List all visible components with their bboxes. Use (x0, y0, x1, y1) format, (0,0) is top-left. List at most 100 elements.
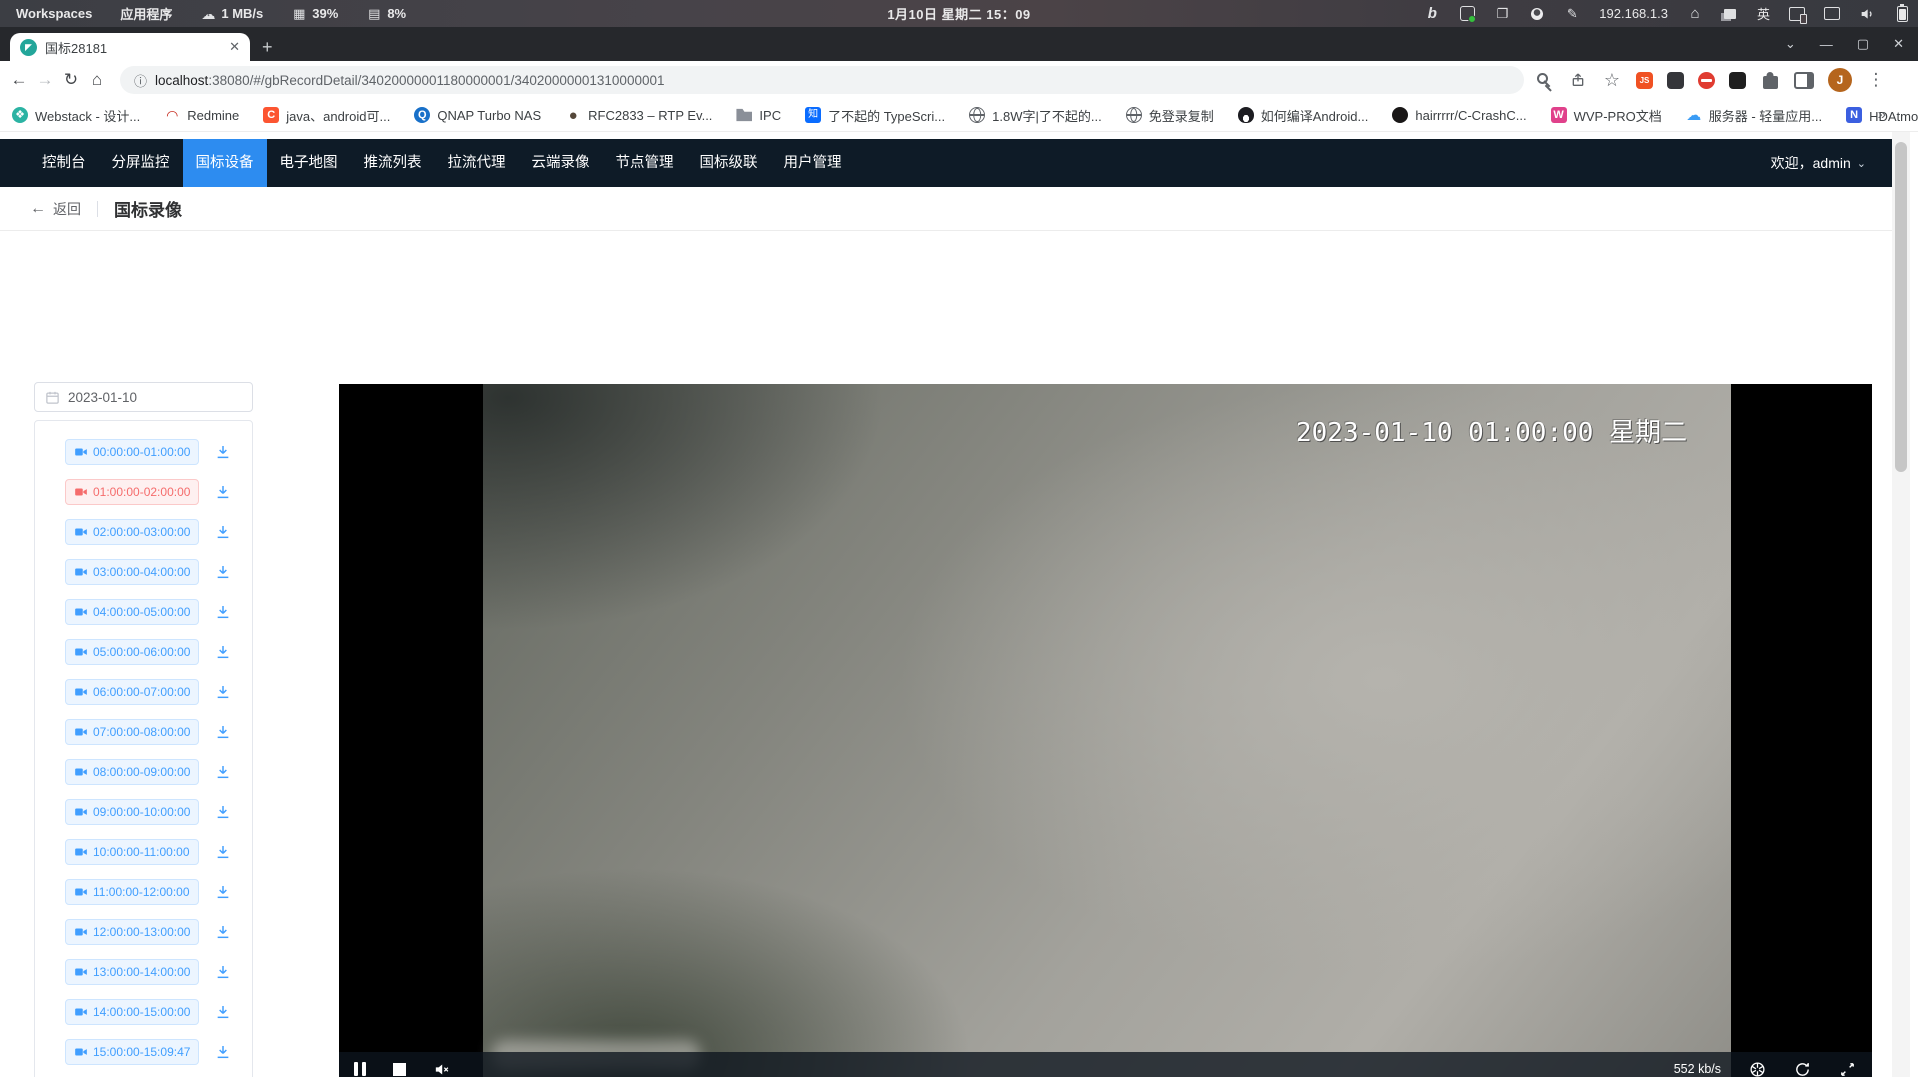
download-recording-button[interactable] (214, 763, 232, 781)
extension-js-icon[interactable]: JS (1636, 72, 1653, 89)
recording-range-button[interactable]: 03:00:00-04:00:00 (65, 559, 199, 585)
back-icon[interactable]: ← (6, 70, 32, 90)
site-info-icon[interactable]: ⓘ (134, 71, 147, 90)
bookmarks-overflow-chevron[interactable]: » (1878, 106, 1904, 123)
download-recording-button[interactable] (214, 883, 232, 901)
bookmark-item[interactable]: W WVP-PRO文档 (1551, 106, 1662, 125)
recording-range-button[interactable]: 13:00:00-14:00:00 (65, 959, 199, 985)
bookmark-item[interactable]: 1.8W字|了不起的... (969, 106, 1102, 125)
nav-tab[interactable]: 国标级联 (687, 139, 771, 187)
window-menu-icon[interactable]: ⌄ (1785, 36, 1796, 52)
nav-tab[interactable]: 拉流代理 (435, 139, 519, 187)
bookmark-item[interactable]: ❖ Webstack - 设计... (12, 106, 140, 125)
download-recording-button[interactable] (214, 643, 232, 661)
download-recording-button[interactable] (214, 483, 232, 501)
player-pause-icon[interactable] (354, 1062, 366, 1076)
bookmark-item[interactable]: 如何编译Android... (1238, 106, 1369, 125)
extension-blocker-icon[interactable] (1698, 72, 1715, 89)
nav-tab[interactable]: 国标设备 (183, 139, 267, 187)
url-bar[interactable]: ⓘ localhost:38080/#/gbRecordDetail/34020… (120, 66, 1524, 94)
share-icon[interactable] (1568, 70, 1588, 90)
window-close-icon[interactable]: ✕ (1893, 36, 1904, 52)
extensions-puzzle-icon[interactable] (1763, 76, 1778, 89)
recording-range-button[interactable]: 08:00:00-09:00:00 (65, 759, 199, 785)
download-recording-button[interactable] (214, 963, 232, 981)
bookmark-star-icon[interactable]: ☆ (1602, 70, 1622, 90)
recording-range-button[interactable]: 09:00:00-10:00:00 (65, 799, 199, 825)
download-recording-button[interactable] (214, 843, 232, 861)
bing-tray-icon[interactable]: b (1424, 6, 1440, 22)
home-tray-icon[interactable]: ⌂ (1687, 6, 1703, 22)
bookmark-item[interactable]: ☁ 服务器 - 轻量应用... (1686, 106, 1822, 125)
download-recording-button[interactable] (214, 603, 232, 621)
back-link[interactable]: ← 返回 (30, 199, 81, 219)
system-clock[interactable]: 1月10日 星期二 15：09 (887, 4, 1030, 23)
user-menu[interactable]: 欢迎，admin ⌄ (1771, 139, 1892, 187)
clipboard-tray-icon[interactable]: ❐ (1494, 6, 1510, 22)
page-scrollbar[interactable] (1892, 132, 1910, 1077)
recording-range-button[interactable]: 02:00:00-03:00:00 (65, 519, 199, 545)
applications-menu-button[interactable]: 应用程序 (120, 4, 172, 23)
date-picker-input[interactable]: 2023-01-10 (34, 382, 253, 412)
extension-dark-icon[interactable] (1667, 72, 1684, 89)
bookmark-item[interactable]: IPC (736, 107, 781, 123)
bookmark-item[interactable]: 知 了不起的 TypeScri... (805, 106, 945, 125)
recording-range-button[interactable]: 12:00:00-13:00:00 (65, 919, 199, 945)
recording-range-button[interactable]: 07:00:00-08:00:00 (65, 719, 199, 745)
player-mute-icon[interactable] (433, 1061, 450, 1077)
recording-range-button[interactable]: 11:00:00-12:00:00 (65, 879, 199, 905)
download-recording-button[interactable] (214, 683, 232, 701)
download-recording-button[interactable] (214, 443, 232, 461)
display-tray-icon[interactable] (1824, 7, 1840, 20)
recording-range-button[interactable]: 15:00:00-15:09:47 (65, 1039, 199, 1065)
snapshot-aperture-icon[interactable] (1749, 1061, 1766, 1077)
new-tab-button[interactable]: + (262, 36, 273, 58)
nav-tab[interactable]: 用户管理 (771, 139, 855, 187)
nav-tab[interactable]: 分屏监控 (99, 139, 183, 187)
download-recording-button[interactable] (214, 1003, 232, 1021)
player-stop-icon[interactable] (393, 1063, 406, 1076)
nav-tab[interactable]: 电子地图 (267, 139, 351, 187)
reload-icon[interactable]: ↻ (58, 70, 84, 90)
browser-menu-icon[interactable]: ⋮ (1866, 70, 1886, 90)
recording-range-button[interactable]: 14:00:00-15:00:00 (65, 999, 199, 1025)
bookmark-item[interactable]: Q QNAP Turbo NAS (414, 107, 541, 123)
ip-address-indicator[interactable]: 192.168.1.3 (1599, 6, 1668, 21)
volume-tray-icon[interactable] (1859, 6, 1875, 22)
window-minimize-icon[interactable]: — (1820, 37, 1833, 52)
bookmark-item[interactable]: C java、android可... (263, 106, 390, 125)
download-recording-button[interactable] (214, 723, 232, 741)
recording-range-button[interactable]: 04:00:00-05:00:00 (65, 599, 199, 625)
fullscreen-icon[interactable] (1839, 1061, 1856, 1077)
bookmark-item[interactable]: ● RFC2833 – RTP Ev... (565, 107, 712, 123)
browser-tab[interactable]: ◤ 国标28181 ✕ (10, 33, 250, 61)
nav-tab[interactable]: 推流列表 (351, 139, 435, 187)
recording-range-button[interactable]: 05:00:00-06:00:00 (65, 639, 199, 665)
recording-range-button[interactable]: 06:00:00-07:00:00 (65, 679, 199, 705)
window-maximize-icon[interactable]: ▢ (1857, 36, 1869, 52)
home-icon[interactable]: ⌂ (84, 70, 110, 90)
nav-tab[interactable]: 控制台 (29, 139, 99, 187)
side-panel-icon[interactable] (1794, 72, 1814, 89)
recording-range-button[interactable]: 01:00:00-02:00:00 (65, 479, 199, 505)
extension-black-icon[interactable] (1729, 72, 1746, 89)
notes-app-tray-icon[interactable] (1460, 6, 1475, 21)
workspaces-button[interactable]: Workspaces (16, 6, 92, 21)
nav-tab[interactable]: 云端录像 (519, 139, 603, 187)
download-recording-button[interactable] (214, 523, 232, 541)
devices-tray-icon[interactable] (1789, 7, 1805, 21)
recording-range-button[interactable]: 00:00:00-01:00:00 (65, 439, 199, 465)
scrollbar-thumb[interactable] (1895, 142, 1907, 472)
bookmark-item[interactable]: ◠ Redmine (164, 107, 239, 123)
color-picker-tray-icon[interactable]: ✎ (1564, 6, 1580, 22)
tab-close-icon[interactable]: ✕ (229, 39, 240, 55)
nav-tab[interactable]: 节点管理 (603, 139, 687, 187)
player-refresh-icon[interactable] (1794, 1061, 1811, 1077)
bookmark-item[interactable]: 免登录复制 (1126, 106, 1214, 125)
download-recording-button[interactable] (214, 923, 232, 941)
profile-avatar[interactable]: J (1828, 68, 1852, 92)
battery-icon[interactable] (1897, 6, 1908, 22)
download-recording-button[interactable] (214, 563, 232, 581)
input-method-indicator[interactable]: 英 (1757, 4, 1770, 23)
workspaces-overlap-icon[interactable] (1724, 9, 1736, 19)
